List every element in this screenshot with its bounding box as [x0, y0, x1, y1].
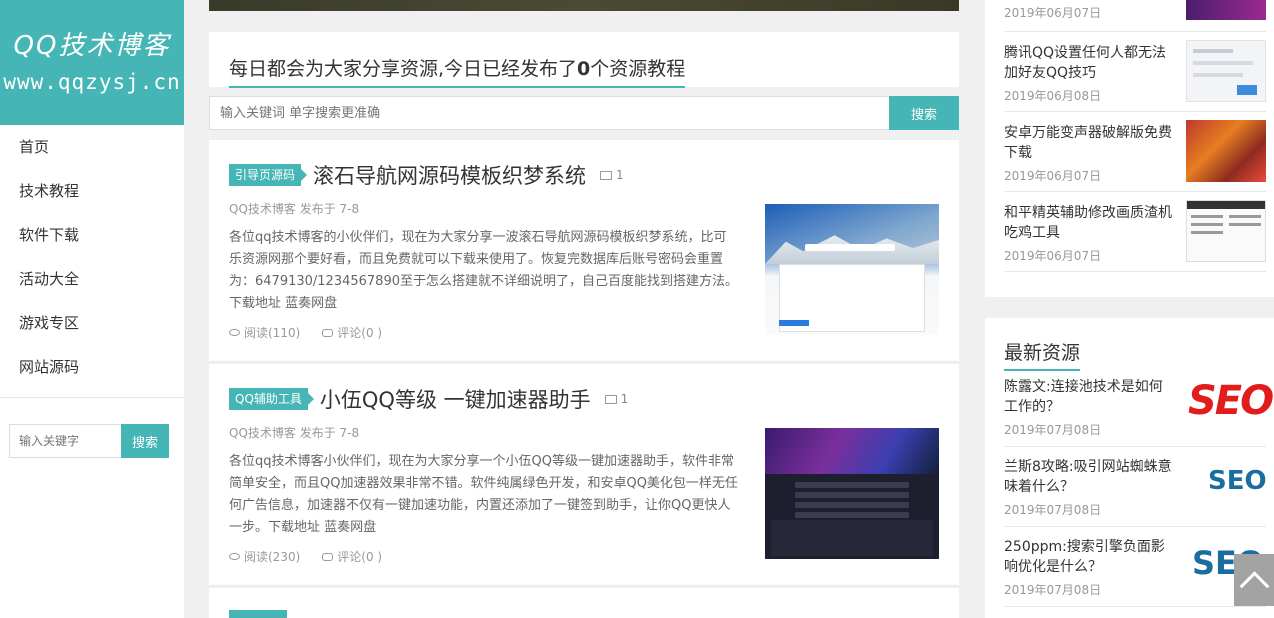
post-image-count: 1 [616, 168, 624, 182]
main-search-input[interactable] [209, 96, 889, 130]
post-stats: 阅读(230) 评论(0 ) [229, 548, 382, 565]
back-to-top-button[interactable] [1234, 554, 1274, 606]
widget-title: 最新资源 [1004, 338, 1081, 371]
sidebar-search: 搜索 [9, 424, 184, 458]
list-item-title[interactable]: 陈露文:连接池技术是如何工作的？ [1004, 377, 1176, 417]
post-header: 引导页源码 滚石导航网源码模板织梦系统 1 [229, 160, 624, 190]
main-search-button[interactable]: 搜索 [889, 96, 959, 130]
post-comments[interactable]: 评论(0 ) [322, 324, 382, 341]
nav-item-tutorials[interactable]: 技术教程 [0, 169, 184, 213]
announcement-count: 0 [577, 58, 591, 80]
post-excerpt: 各位qq技术博客小伙伴们，现在为大家分享一个小伍QQ等级一键加速器助手，软件非常… [229, 454, 738, 535]
post-image-count: 1 [620, 392, 629, 406]
post-meta: QQ技术博客 发布于 7-8 [229, 426, 360, 440]
list-item-title[interactable]: 250ppm:搜索引擎负面影响优化是什么？ [1004, 537, 1176, 577]
right-widget-hot: 2019年06月07日 腾讯QQ设置任何人都无法加好友QQ技巧 2019年06月… [985, 0, 1274, 297]
post-category-tag[interactable]: 引导页源码 [229, 164, 308, 186]
post-header: QQ辅助工具 小伍QQ等级 一键加速器助手 1 [229, 384, 628, 414]
post-title[interactable]: 滚石导航网源码模板织梦系统 [313, 160, 586, 190]
post-card-partial [209, 588, 959, 618]
post-views: 阅读(230) [229, 548, 300, 565]
site-logo[interactable]: QQ技术博客 www.qqzysj.cn [0, 0, 184, 125]
eye-icon [229, 329, 240, 336]
list-item-title[interactable]: 和平精英辅助修改画质渣机吃鸡工具 [1004, 203, 1176, 243]
post-excerpt: 各位qq技术博客的小伙伴们，现在为大家分享一波滚石导航网源码模板织梦系统，比可乐… [229, 230, 738, 311]
post-card: 引导页源码 滚石导航网源码模板织梦系统 1 QQ技术博客 发布于 7-8 各位q… [209, 140, 959, 362]
list-item-title[interactable]: 兰斯8攻略:吸引网站蜘蛛意味着什么？ [1004, 457, 1176, 497]
announcement-text: 每日都会为大家分享资源,今日已经发布了0个资源教程 [229, 54, 686, 88]
eye-icon [229, 553, 240, 560]
comment-icon [322, 328, 334, 337]
list-item-thumbnail[interactable] [1186, 120, 1266, 182]
list-item-thumbnail[interactable]: SEO [1186, 452, 1267, 514]
image-icon [604, 394, 617, 404]
post-category-tag[interactable]: QQ辅助工具 [229, 388, 314, 410]
right-widget-latest: 最新资源 陈露文:连接池技术是如何工作的？ 2019年07月08日 SEO 兰斯… [985, 318, 1274, 618]
left-sidebar: QQ技术博客 www.qqzysj.cn 首页 技术教程 软件下载 活动大全 游… [0, 0, 184, 618]
nav-item-activities[interactable]: 活动大全 [0, 257, 184, 301]
sidebar-search-button[interactable]: 搜索 [121, 424, 169, 458]
post-views: 阅读(110) [229, 324, 300, 341]
banner-image[interactable] [209, 0, 959, 11]
logo-url: www.qqzysj.cn [3, 70, 181, 95]
post-category-tag[interactable] [229, 610, 287, 618]
nav-item-source-code[interactable]: 网站源码 [0, 345, 184, 389]
list-item-thumbnail[interactable]: SEO [1186, 372, 1274, 434]
post-meta: QQ技术博客 发布于 7-8 [229, 202, 360, 216]
post-thumbnail[interactable] [765, 428, 939, 559]
nav-item-home[interactable]: 首页 [0, 125, 184, 169]
image-icon [600, 170, 613, 180]
nav-item-games[interactable]: 游戏专区 [0, 301, 184, 345]
sidebar-search-input[interactable] [9, 424, 121, 458]
post-title[interactable]: 小伍QQ等级 一键加速器助手 [320, 384, 591, 414]
post-card: QQ辅助工具 小伍QQ等级 一键加速器助手 1 QQ技术博客 发布于 7-8 各… [209, 364, 959, 586]
list-item-thumbnail[interactable] [1186, 40, 1266, 102]
list-item-title[interactable]: 腾讯QQ设置任何人都无法加好友QQ技巧 [1004, 43, 1176, 83]
comment-icon [322, 552, 334, 561]
post-comments[interactable]: 评论(0 ) [322, 548, 382, 565]
list-item-title[interactable]: 安卓万能变声器破解版免费下载 [1004, 123, 1176, 163]
main-search: 搜索 [209, 96, 959, 130]
nav-item-software[interactable]: 软件下载 [0, 213, 184, 257]
logo-title: QQ技术博客 [13, 30, 171, 61]
list-item-thumbnail[interactable] [1186, 200, 1266, 262]
main-nav: 首页 技术教程 软件下载 活动大全 游戏专区 网站源码 [0, 125, 184, 398]
announcement-box: 每日都会为大家分享资源,今日已经发布了0个资源教程 [209, 32, 959, 88]
list-item-thumbnail[interactable] [1186, 0, 1266, 20]
post-thumbnail[interactable] [765, 204, 939, 335]
post-stats: 阅读(110) 评论(0 ) [229, 324, 382, 341]
